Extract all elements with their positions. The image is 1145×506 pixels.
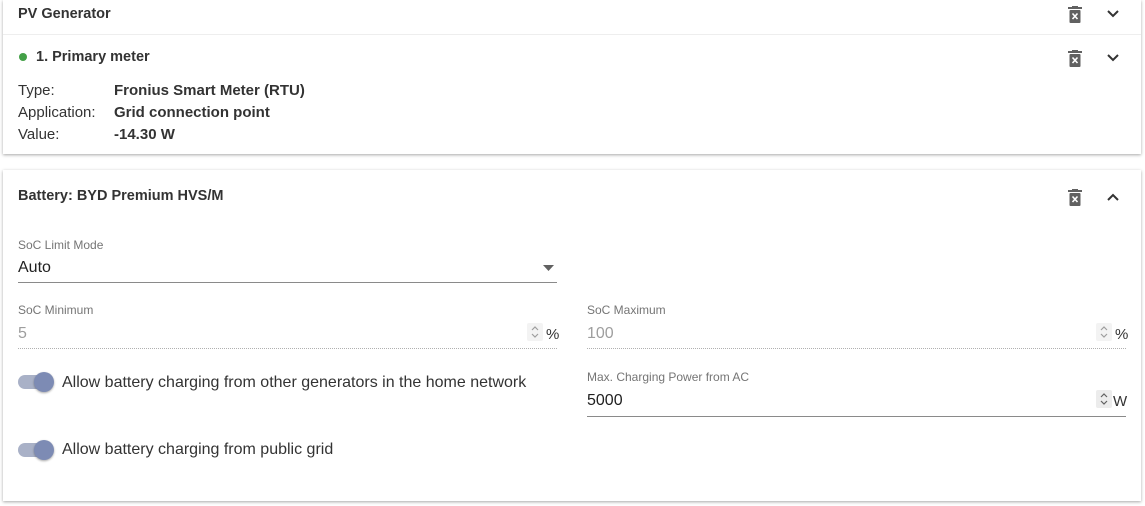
max-charging-power-label: Max. Charging Power from AC (587, 370, 750, 384)
charging-from-grid-label: Allow battery charging from public grid (62, 441, 334, 458)
soc-minimum-input[interactable]: 5 (18, 325, 27, 343)
soc-maximum-stepper[interactable] (1096, 323, 1112, 341)
stepper-arrows-icon (531, 326, 539, 338)
application-value: Grid connection point (114, 104, 270, 121)
max-charging-power-input[interactable]: 5000 (587, 392, 623, 410)
charging-from-grid-toggle[interactable] (18, 440, 54, 460)
chevron-down-icon (1107, 10, 1119, 18)
chevron-down-icon (1107, 54, 1119, 62)
stepper-arrows-icon (1100, 393, 1108, 405)
soc-limit-mode-select[interactable]: Auto (18, 256, 557, 283)
delete-battery-button[interactable] (1064, 186, 1086, 208)
soc-maximum-input[interactable]: 100 (587, 325, 614, 343)
soc-minimum-unit: % (546, 326, 560, 343)
delete-pv-generator-button[interactable] (1064, 3, 1086, 25)
expand-meter-button[interactable] (1102, 47, 1124, 69)
pv-generator-title: PV Generator (18, 6, 111, 22)
delete-icon (1068, 188, 1082, 206)
delete-icon (1068, 5, 1082, 23)
max-charging-power-unit: W (1113, 393, 1128, 410)
type-label: Type: (18, 82, 55, 99)
soc-maximum-underline (587, 348, 1126, 349)
soc-minimum-label: SoC Minimum (18, 303, 94, 317)
max-charging-power-stepper[interactable] (1096, 390, 1112, 408)
meter-status-dot (19, 53, 27, 61)
battery-card: Battery: BYD Premium HVS/M SoC Limit Mod… (3, 170, 1141, 501)
type-value: Fronius Smart Meter (RTU) (114, 82, 305, 99)
soc-limit-mode-underline (18, 282, 557, 283)
soc-minimum-stepper[interactable] (527, 323, 543, 341)
soc-limit-mode-value: Auto (18, 259, 51, 276)
max-charging-power-underline (587, 416, 1126, 417)
delete-icon (1068, 49, 1082, 67)
dropdown-arrow-icon (543, 265, 554, 271)
primary-meter-title: 1. Primary meter (36, 49, 150, 65)
chevron-up-icon (1107, 193, 1119, 201)
collapse-battery-button[interactable] (1102, 186, 1124, 208)
soc-limit-mode-label: SoC Limit Mode (18, 238, 104, 252)
soc-maximum-unit: % (1115, 326, 1129, 343)
soc-maximum-label: SoC Maximum (587, 303, 666, 317)
stepper-arrows-icon (1100, 326, 1108, 338)
collapse-pv-generator-button[interactable] (1102, 3, 1124, 25)
application-label: Application: (18, 104, 96, 121)
battery-title: Battery: BYD Premium HVS/M (18, 188, 224, 204)
value-label: Value: (18, 126, 60, 143)
pv-generator-card: PV Generator 1. Primary meter Type: Fron… (3, 0, 1141, 154)
toggle-knob (34, 372, 54, 392)
pv-divider (3, 34, 1141, 35)
soc-minimum-underline (18, 348, 557, 349)
charging-from-generators-label: Allow battery charging from other genera… (62, 374, 527, 391)
delete-meter-button[interactable] (1064, 47, 1086, 69)
value-value: -14.30 W (114, 126, 175, 143)
toggle-knob (34, 440, 54, 460)
charging-from-generators-toggle[interactable] (18, 372, 54, 392)
